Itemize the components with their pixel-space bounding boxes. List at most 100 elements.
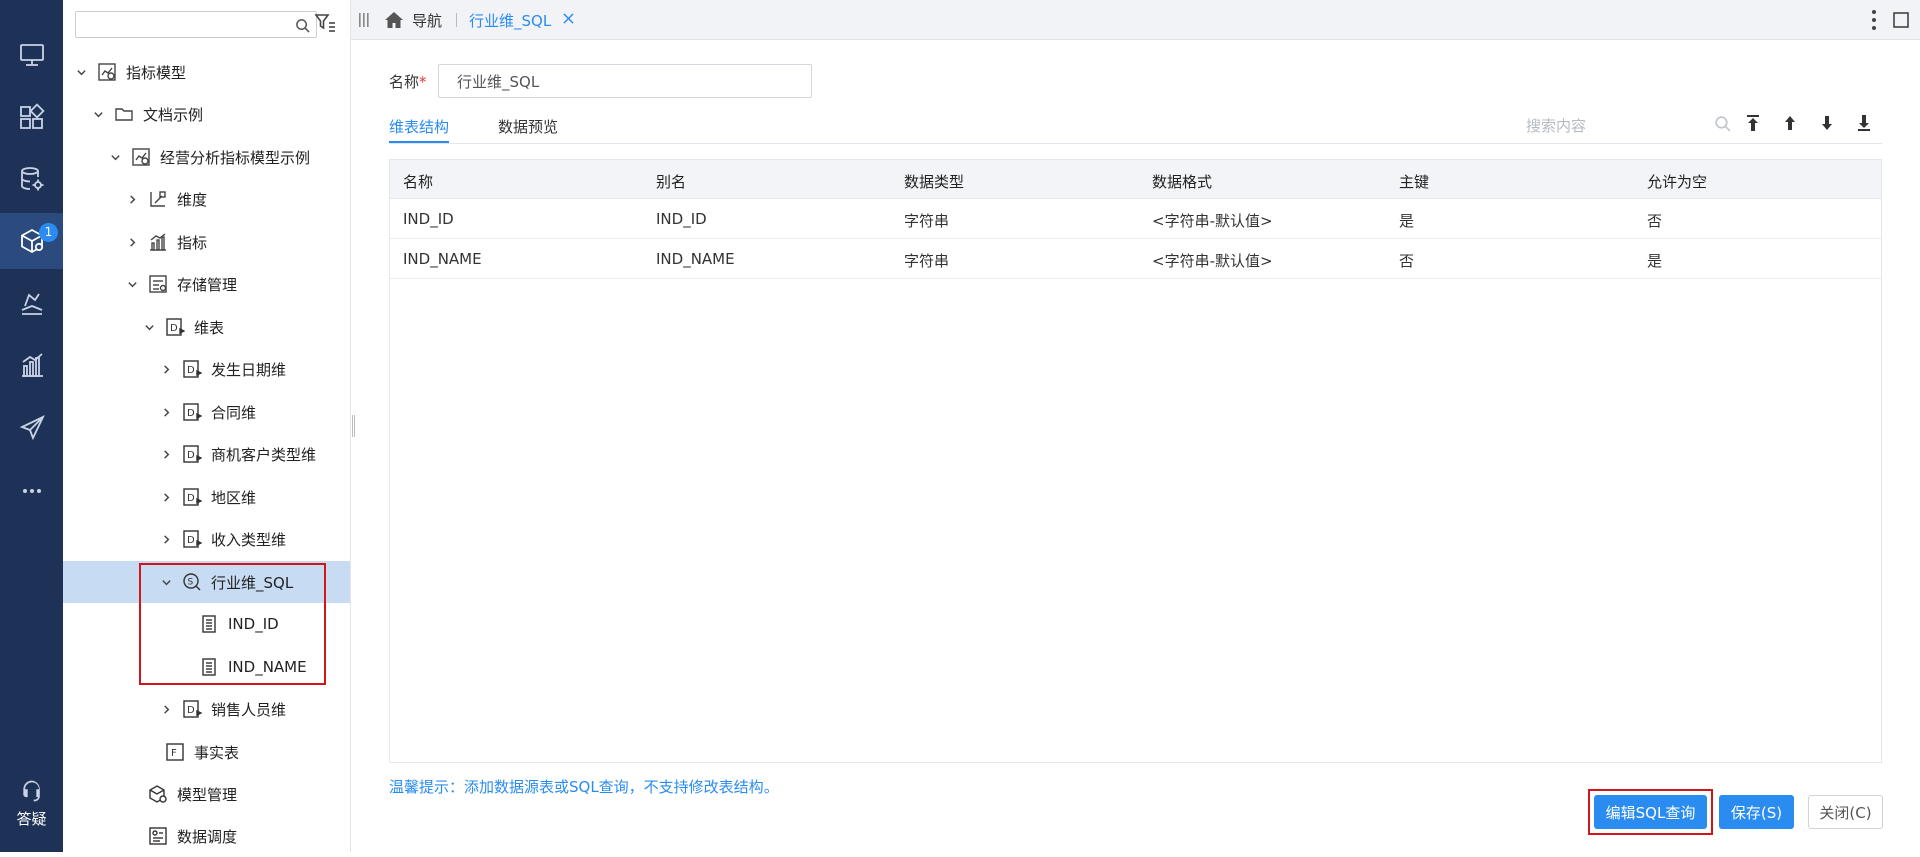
chevron-right-icon[interactable] [124,191,140,207]
chevron-down-icon[interactable] [158,574,174,590]
rail-more-button[interactable] [0,463,63,519]
rail-database-button[interactable] [0,151,63,207]
move-top-button[interactable] [1742,112,1764,134]
rail-apps-button[interactable] [0,89,63,145]
chevron-right-icon[interactable] [158,489,174,505]
tree-node[interactable]: F 事实表 [63,731,350,773]
chevron-down-icon[interactable] [73,64,89,80]
tree-node[interactable]: 文档示例 [63,93,350,135]
rail-help-button[interactable]: 答疑 [0,770,63,829]
tree-node-label: 合同维 [211,403,257,422]
dim-table-icon: D [182,529,202,549]
rail-monitor-button[interactable] [0,27,63,83]
tree-node-label: 地区维 [211,488,257,507]
tree-node[interactable]: 模型管理 [63,773,350,815]
model-manage-icon [148,784,168,804]
tree-panel: 指标模型 文档示例 经营分析指标模型示例 维度 指标 存储管理 D 维表 D 发生日期维 D 合同维 D… [63,0,351,852]
column-header-alias[interactable]: 别名 [656,171,686,192]
chevron-down-icon[interactable] [107,149,123,165]
drag-grip-icon[interactable] [359,13,369,27]
more-vertical-icon[interactable] [1870,8,1878,32]
tree-node[interactable]: 指标模型 [63,51,350,93]
tree-node-label: 事实表 [194,743,240,762]
search-icon[interactable] [1714,115,1731,132]
more-horizontal-icon [22,489,41,493]
column-header-format[interactable]: 数据格式 [1152,171,1212,192]
rail-publish-button[interactable] [0,399,63,455]
cell-alias: IND_ID [656,210,707,228]
tree-node[interactable]: D 收入类型维 [63,518,350,560]
panel-splitter[interactable] [352,415,355,437]
tree-node[interactable]: IND_NAME [63,646,350,688]
maximize-icon[interactable] [1892,11,1910,29]
left-nav-rail: 1 答疑 [0,0,63,852]
column-header-name[interactable]: 名称 [403,171,433,192]
tree-node[interactable]: 经营分析指标模型示例 [63,136,350,178]
tree-node[interactable]: IND_ID [63,603,350,645]
tree-node[interactable]: 存储管理 [63,263,350,305]
folder-icon [114,104,134,124]
chevron-down-icon[interactable] [141,319,157,335]
name-input[interactable] [438,64,812,98]
tree-node-label: 文档示例 [143,105,204,124]
metric-icon [148,232,168,252]
table-row[interactable]: IND_ID IND_ID 字符串 <字符串-默认值> 是 否 [390,199,1881,239]
table-row[interactable]: IND_NAME IND_NAME 字符串 <字符串-默认值> 否 是 [390,239,1881,279]
move-up-button[interactable] [1779,112,1801,134]
tree-node[interactable]: D 合同维 [63,391,350,433]
tree-search-input[interactable] [76,12,281,37]
tab-active[interactable]: 行业维_SQL [469,0,577,40]
edit-sql-button[interactable]: 编辑SQL查询 [1594,795,1707,829]
tree-node[interactable]: S 行业维_SQL [63,561,350,603]
tree-node-label: 销售人员维 [211,700,287,719]
tree-node[interactable]: D 维表 [63,306,350,348]
chevron-right-icon[interactable] [158,446,174,462]
tree-search-box[interactable] [75,11,317,38]
tree-node-label: 模型管理 [177,785,238,804]
rail-chart-button[interactable] [0,337,63,393]
tree-filter-button[interactable] [314,12,340,38]
tab-close-button[interactable] [563,13,577,27]
column-header-type[interactable]: 数据类型 [904,171,964,192]
move-down-button[interactable] [1816,112,1838,134]
tree-node[interactable]: 数据调度 [63,815,350,857]
chevron-right-icon[interactable] [158,361,174,377]
rail-model-button[interactable]: 1 [0,213,63,269]
field-search-input[interactable] [1524,115,1694,137]
rail-layers-button[interactable] [0,275,63,331]
tree-node[interactable]: D 销售人员维 [63,688,350,730]
tree-node-label: 存储管理 [177,275,238,294]
tree-node[interactable]: 维度 [63,178,350,220]
move-bottom-button[interactable] [1853,112,1875,134]
save-button[interactable]: 保存(S) [1719,795,1794,829]
chevron-down-icon[interactable] [90,106,106,122]
search-icon[interactable] [295,18,310,33]
table-header: 名称 别名 数据类型 数据格式 主键 允许为空 [390,160,1881,199]
chevron-right-icon[interactable] [158,404,174,420]
name-label: 名称* [389,71,427,92]
chevron-right-icon[interactable] [158,531,174,547]
tree-node[interactable]: D 发生日期维 [63,348,350,390]
column-header-nullable[interactable]: 允许为空 [1647,171,1707,192]
column-header-primary-key[interactable]: 主键 [1399,171,1429,192]
dim-table-icon: D [165,317,185,337]
subtab-preview[interactable]: 数据预览 [498,116,558,137]
chevron-right-icon[interactable] [158,701,174,717]
tree-node[interactable]: 指标 [63,221,350,263]
tree-node-label: 商机客户类型维 [211,445,317,464]
cell-primary-key: 否 [1399,252,1415,270]
close-button[interactable]: 关闭(C) [1808,795,1883,829]
tree-node[interactable]: D 地区维 [63,476,350,518]
tree-node[interactable]: D 商机客户类型维 [63,433,350,475]
chevron-right-icon[interactable] [124,234,140,250]
svg-text:D: D [187,450,195,461]
tab-home[interactable]: 导航 [384,0,442,40]
cell-name: IND_ID [403,210,454,228]
chevron-down-icon[interactable] [124,276,140,292]
subtab-structure[interactable]: 维表结构 [389,116,449,137]
tree-node-label: 行业维_SQL [211,573,294,592]
tab-active-label: 行业维_SQL [469,11,552,30]
cell-nullable: 否 [1647,212,1663,230]
svg-text:D: D [187,493,195,504]
